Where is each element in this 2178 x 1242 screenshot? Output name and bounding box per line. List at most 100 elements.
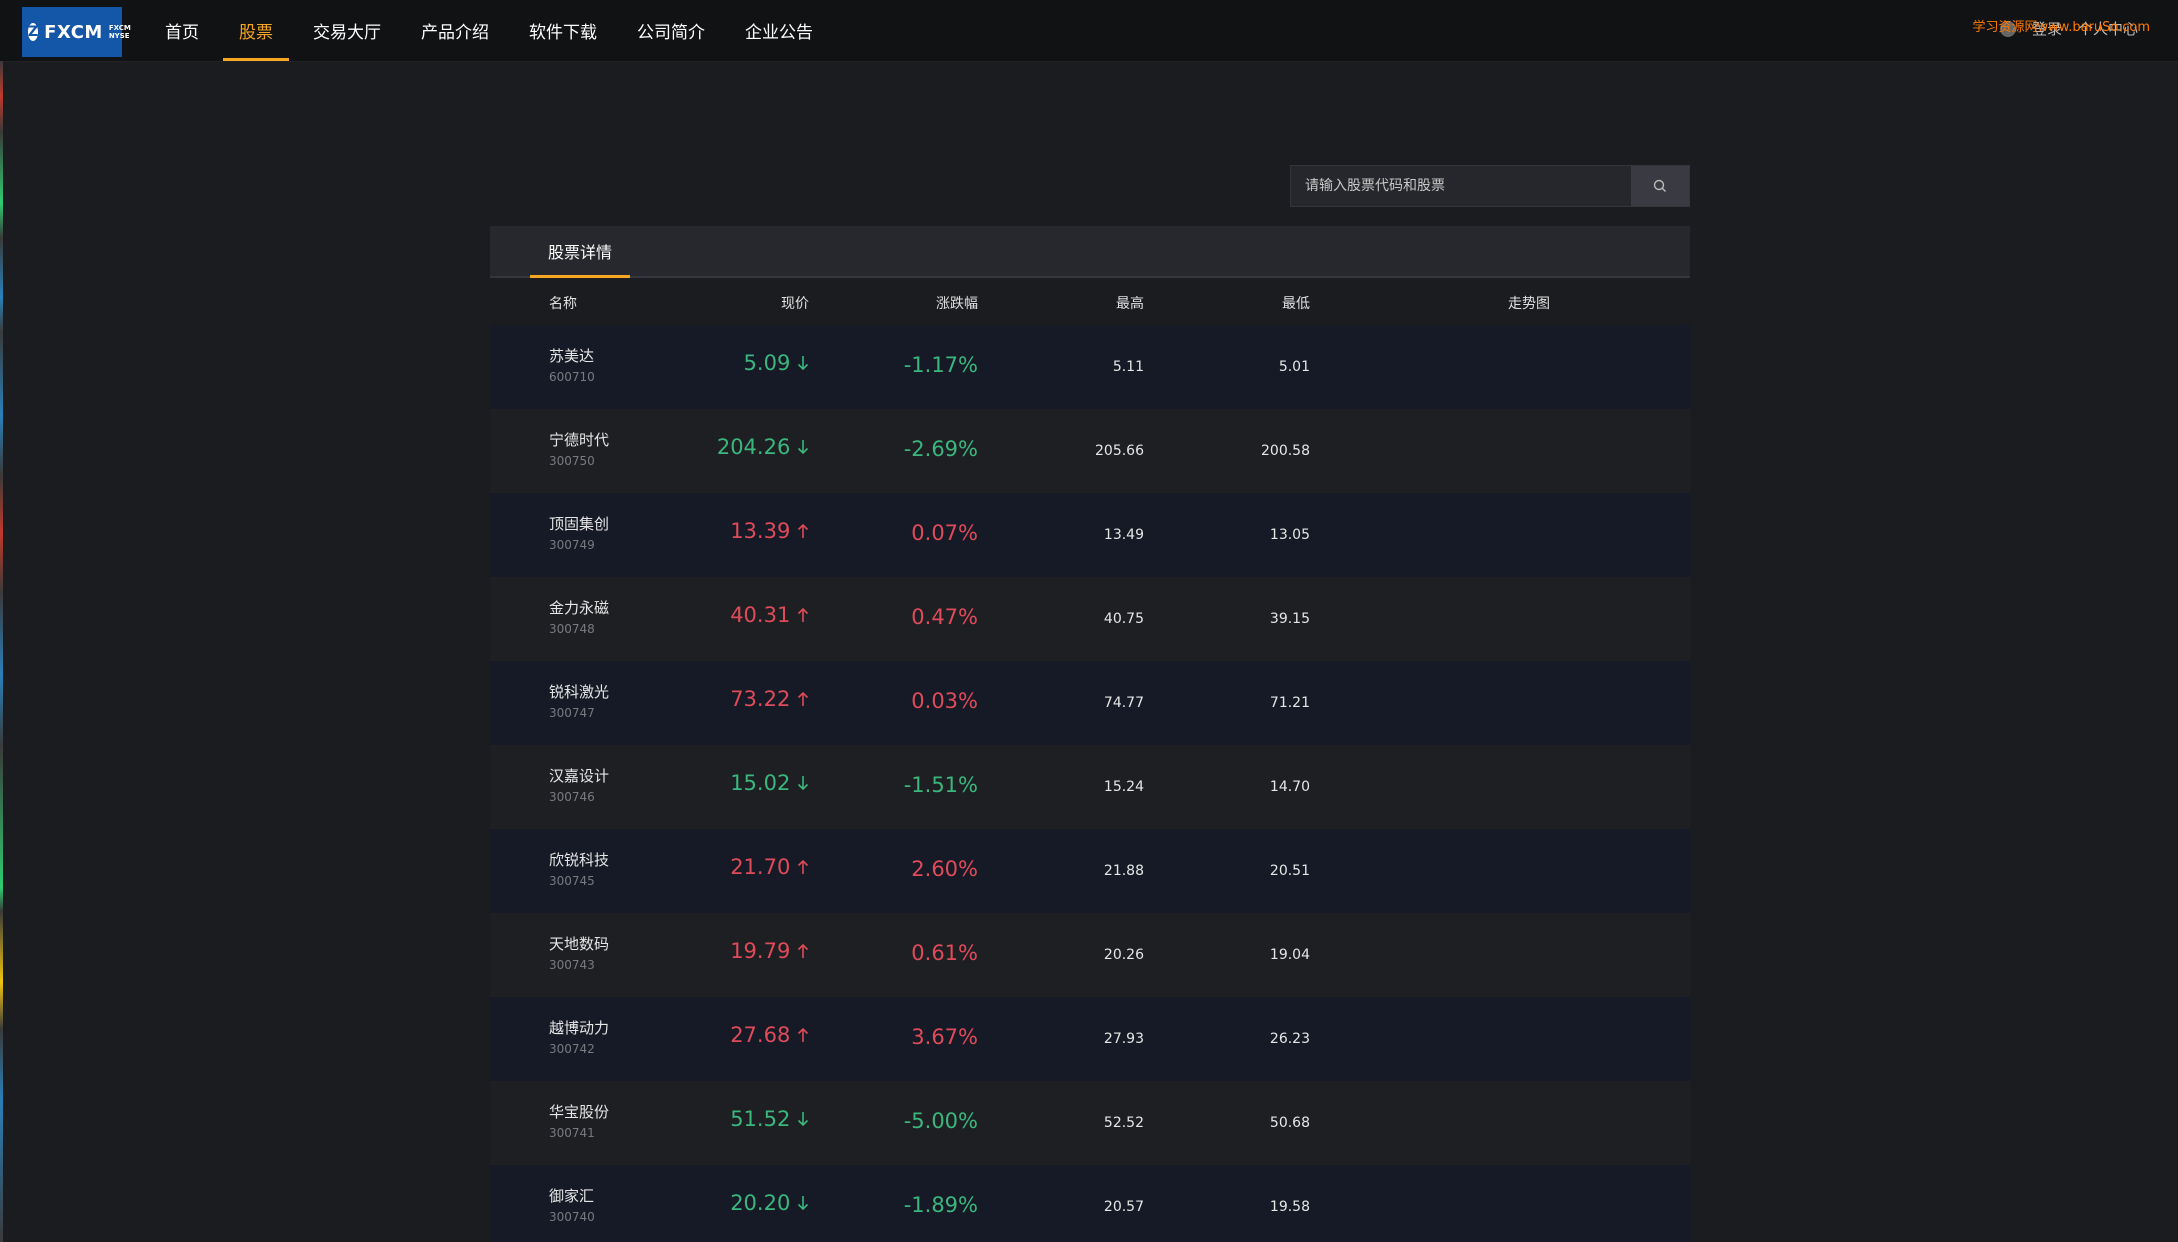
stock-name[interactable]: 越博动力 (549, 1017, 609, 1038)
stock-change: -1.51% (903, 773, 978, 797)
stock-low: 5.01 (1278, 359, 1310, 375)
stock-change: 0.61% (911, 941, 978, 965)
col-header-name: 名称 (549, 296, 577, 312)
table-row[interactable]: 越博动力 300742 27.68 3.67% 27.93 26.23 (490, 997, 1690, 1081)
stock-code: 300749 (549, 538, 595, 552)
table-header: 名称 现价 涨跌幅 最高 最低 走势图 (490, 278, 1690, 325)
stock-name[interactable]: 金力永磁 (549, 597, 609, 618)
nav-item-about[interactable]: 公司简介 (617, 0, 725, 61)
arrow-down-icon (797, 440, 809, 455)
fxcm-logo[interactable]: Z FXCM FXCM NYSE (22, 7, 131, 57)
stock-name[interactable]: 御家汇 (549, 1185, 594, 1206)
price-value: 27.68 (730, 1023, 791, 1047)
price-value: 51.52 (730, 1107, 791, 1131)
search-button[interactable] (1631, 166, 1689, 206)
stock-name[interactable]: 华宝股份 (549, 1101, 609, 1122)
nav-item-announcements[interactable]: 企业公告 (725, 0, 833, 61)
arrow-down-icon (797, 1112, 809, 1127)
table-row[interactable]: 宁德时代 300750 204.26 -2.69% 205.66 200.58 (490, 409, 1690, 493)
nav-item-home[interactable]: 首页 (145, 0, 219, 61)
nav-item-trading-hall[interactable]: 交易大厅 (293, 0, 401, 61)
col-header-change: 涨跌幅 (936, 296, 978, 312)
search-icon (1653, 179, 1666, 192)
stock-high: 27.93 (1103, 1031, 1144, 1047)
stock-high: 74.77 (1103, 695, 1144, 711)
stock-code: 600710 (549, 370, 595, 384)
stock-search (1290, 165, 1690, 207)
main-nav: 首页 股票 交易大厅 产品介绍 软件下载 公司简介 企业公告 (145, 0, 833, 61)
stock-name[interactable]: 宁德时代 (549, 429, 609, 450)
arrow-up-icon (797, 943, 809, 958)
table-row[interactable]: 锐科激光 300747 73.22 0.03% 74.77 71.21 (490, 661, 1690, 745)
top-navbar: Z FXCM FXCM NYSE 首页 股票 交易大厅 产品介绍 软件下载 公司… (0, 0, 2178, 62)
arrow-up-icon (797, 859, 809, 874)
col-header-high: 最高 (1116, 296, 1144, 312)
stock-name[interactable]: 苏美达 (549, 345, 594, 366)
arrow-down-icon (797, 776, 809, 791)
arrow-up-icon (797, 523, 809, 538)
table-row[interactable]: 欣锐科技 300745 21.70 2.60% 21.88 20.51 (490, 829, 1690, 913)
stock-low: 13.05 (1269, 527, 1310, 543)
stock-change: 2.60% (911, 857, 978, 881)
arrow-down-icon (797, 356, 809, 371)
nav-item-download[interactable]: 软件下载 (509, 0, 617, 61)
price-value: 21.70 (730, 855, 791, 879)
arrow-down-icon (797, 1196, 809, 1211)
arrow-up-icon (797, 691, 809, 706)
stock-code: 300740 (549, 1210, 595, 1224)
stock-price: 13.39 (730, 519, 809, 543)
stock-low: 26.23 (1269, 1031, 1310, 1047)
table-row[interactable]: 苏美达 600710 5.09 -1.17% 5.11 5.01 (490, 325, 1690, 409)
logo-text: FXCM (44, 21, 103, 43)
tab-stock-detail[interactable]: 股票详情 (530, 226, 631, 278)
stock-name[interactable]: 顶固集创 (549, 513, 609, 534)
stock-low: 200.58 (1261, 443, 1310, 459)
stock-price: 51.52 (730, 1107, 809, 1131)
stock-code: 300743 (549, 958, 595, 972)
stock-change: 0.03% (911, 689, 978, 713)
logo-subtext: FXCM NYSE (109, 24, 131, 40)
col-header-trend: 走势图 (1508, 296, 1550, 312)
stock-change: -1.17% (903, 353, 978, 377)
stock-code: 300746 (549, 790, 595, 804)
stock-high: 205.66 (1095, 443, 1144, 459)
stock-low: 50.68 (1269, 1115, 1310, 1131)
nav-item-stocks[interactable]: 股票 (219, 0, 293, 61)
stock-change: -2.69% (903, 437, 978, 461)
stock-low: 71.21 (1269, 695, 1310, 711)
search-input[interactable] (1291, 166, 1631, 206)
price-value: 13.39 (730, 519, 791, 543)
stock-name[interactable]: 欣锐科技 (549, 849, 609, 870)
stock-high: 15.24 (1103, 779, 1144, 795)
stock-name[interactable]: 锐科激光 (549, 681, 609, 702)
table-row[interactable]: 御家汇 300740 20.20 -1.89% 20.57 19.58 (490, 1165, 1690, 1242)
stock-price: 15.02 (730, 771, 809, 795)
stock-price: 19.79 (730, 939, 809, 963)
stock-low: 39.15 (1269, 611, 1310, 627)
stock-change: 0.47% (911, 605, 978, 629)
stock-high: 40.75 (1103, 611, 1144, 627)
price-value: 73.22 (730, 687, 791, 711)
stock-name[interactable]: 天地数码 (549, 933, 609, 954)
table-row[interactable]: 汉嘉设计 300746 15.02 -1.51% 15.24 14.70 (490, 745, 1690, 829)
stock-high: 20.26 (1103, 947, 1144, 963)
stock-price: 20.20 (730, 1191, 809, 1215)
arrow-up-icon (797, 1027, 809, 1042)
table-row[interactable]: 华宝股份 300741 51.52 -5.00% 52.52 50.68 (490, 1081, 1690, 1165)
stock-code: 300742 (549, 1042, 595, 1056)
table-row[interactable]: 顶固集创 300749 13.39 0.07% 13.49 13.05 (490, 493, 1690, 577)
nav-item-products[interactable]: 产品介绍 (401, 0, 509, 61)
logo-sub-top: FXCM (108, 24, 131, 32)
table-row[interactable]: 天地数码 300743 19.79 0.61% 20.26 19.04 (490, 913, 1690, 997)
stock-table-body: 苏美达 600710 5.09 -1.17% 5.11 5.01 宁德时代 300750 20… (490, 325, 1690, 1242)
price-value: 5.09 (743, 351, 791, 375)
stock-detail-panel: 股票详情 名称 现价 涨跌幅 最高 最低 走势图 苏美达 600710 5.09 -… (490, 226, 1690, 1242)
stock-price: 40.31 (730, 603, 809, 627)
stock-price: 73.22 (730, 687, 809, 711)
stock-price: 5.09 (744, 351, 809, 375)
stock-change: -1.89% (903, 1193, 978, 1217)
stock-name[interactable]: 汉嘉设计 (549, 765, 609, 786)
table-row[interactable]: 金力永磁 300748 40.31 0.47% 40.75 39.15 (490, 577, 1690, 661)
stock-price: 21.70 (730, 855, 809, 879)
stock-low: 19.58 (1269, 1199, 1310, 1215)
